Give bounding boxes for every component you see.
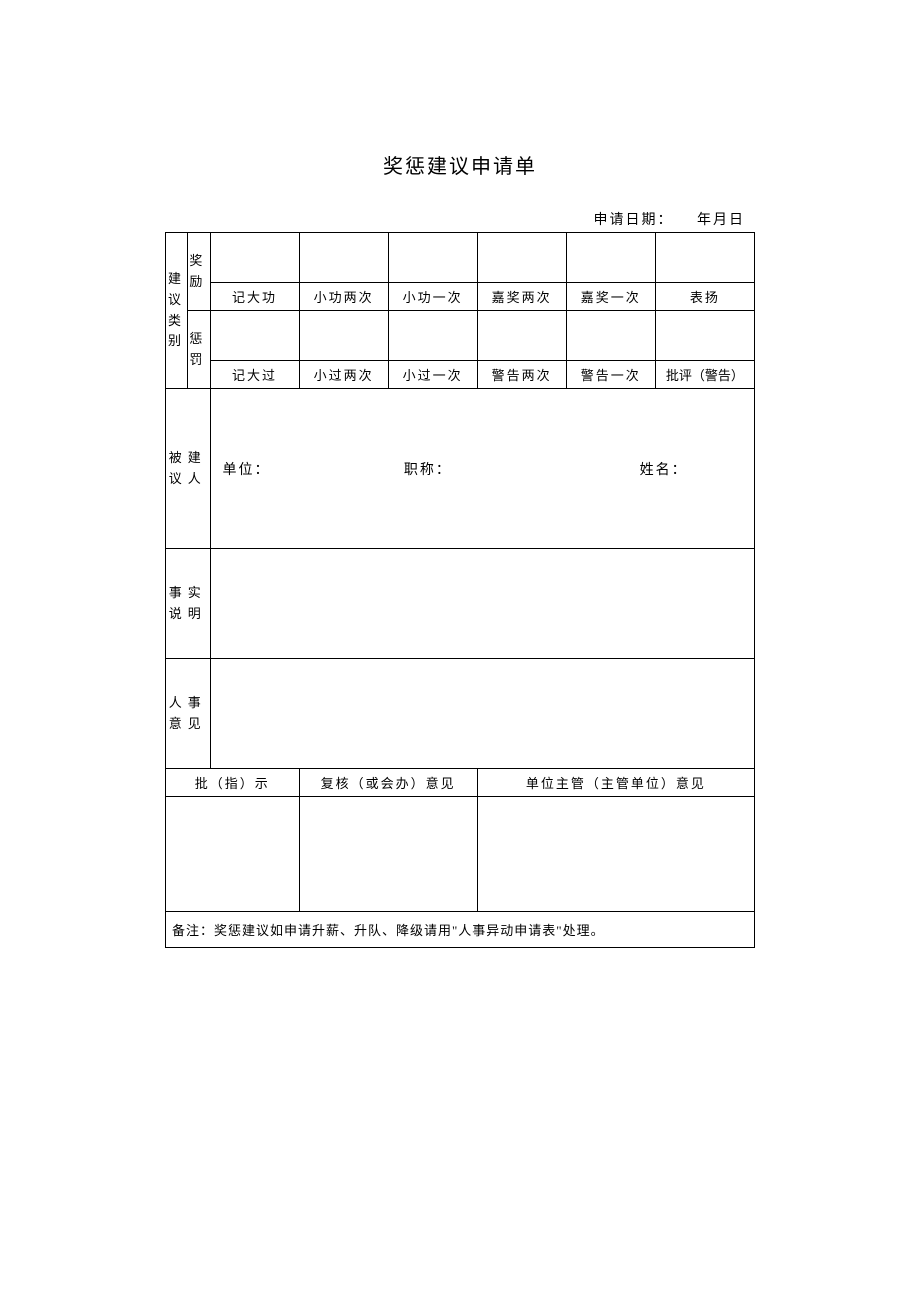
reward-box-2[interactable] <box>388 233 477 283</box>
person-label: 被建议人 <box>168 448 208 490</box>
hr-label-cell: 人事意见 <box>166 659 211 769</box>
reward-box-5[interactable] <box>655 233 754 283</box>
punish-box-2[interactable] <box>388 311 477 361</box>
reward-opt-5: 表扬 <box>655 283 754 311</box>
punish-sublabel-cell: 惩罚 <box>188 311 210 389</box>
fact-content-cell[interactable] <box>210 549 755 659</box>
reward-sublabel-cell: 奖励 <box>188 233 210 311</box>
date-label: 申请日期： <box>594 213 674 228</box>
punish-box-3[interactable] <box>477 311 566 361</box>
form-table: 建议类别 奖励 记大功 小功两次 小功一次 嘉奖两次 嘉奖一次 表扬 惩罚 <box>165 232 755 948</box>
approval-cell-2[interactable] <box>477 797 754 912</box>
person-name-label: 姓名： <box>575 459 752 479</box>
punish-opt-1: 小过两次 <box>299 361 388 389</box>
form-title: 奖惩建议申请单 <box>165 150 755 179</box>
application-date: 申请日期： 年月日 <box>165 209 755 229</box>
approval-header-0: 批（指）示 <box>166 769 300 797</box>
punish-opt-0: 记大过 <box>210 361 299 389</box>
reward-box-4[interactable] <box>566 233 655 283</box>
person-label-cell: 被建议人 <box>166 389 211 549</box>
person-content-cell[interactable]: 单位： 职称： 姓名： <box>210 389 755 549</box>
punish-opt-3: 警告两次 <box>477 361 566 389</box>
remark-cell: 备注：奖惩建议如申请升薪、升队、降级请用"人事异动申请表"处理。 <box>166 912 755 948</box>
approval-header-1: 复核（或会办）意见 <box>299 769 477 797</box>
category-label: 建议类别 <box>168 269 187 352</box>
punish-opt-5: 批评（警告） <box>655 361 754 389</box>
person-unit-label: 单位： <box>217 459 404 479</box>
reward-opt-3: 嘉奖两次 <box>477 283 566 311</box>
reward-sublabel: 奖励 <box>188 251 209 293</box>
approval-cell-1[interactable] <box>299 797 477 912</box>
punish-opt-4: 警告一次 <box>566 361 655 389</box>
reward-opt-1: 小功两次 <box>299 283 388 311</box>
hr-label: 人事意见 <box>168 693 208 735</box>
hr-content-cell[interactable] <box>210 659 755 769</box>
fact-label-cell: 事实说明 <box>166 549 211 659</box>
reward-opt-4: 嘉奖一次 <box>566 283 655 311</box>
punish-box-5[interactable] <box>655 311 754 361</box>
person-title-label: 职称： <box>404 459 575 479</box>
reward-box-0[interactable] <box>210 233 299 283</box>
reward-box-1[interactable] <box>299 233 388 283</box>
category-label-cell: 建议类别 <box>166 233 188 389</box>
reward-box-3[interactable] <box>477 233 566 283</box>
reward-opt-2: 小功一次 <box>388 283 477 311</box>
reward-opt-0: 记大功 <box>210 283 299 311</box>
punish-box-0[interactable] <box>210 311 299 361</box>
punish-sublabel: 惩罚 <box>188 329 209 371</box>
punish-opt-2: 小过一次 <box>388 361 477 389</box>
fact-label: 事实说明 <box>168 583 208 625</box>
approval-header-2: 单位主管（主管单位）意见 <box>477 769 754 797</box>
punish-box-1[interactable] <box>299 311 388 361</box>
punish-box-4[interactable] <box>566 311 655 361</box>
date-value: 年月日 <box>697 213 745 228</box>
approval-cell-0[interactable] <box>166 797 300 912</box>
